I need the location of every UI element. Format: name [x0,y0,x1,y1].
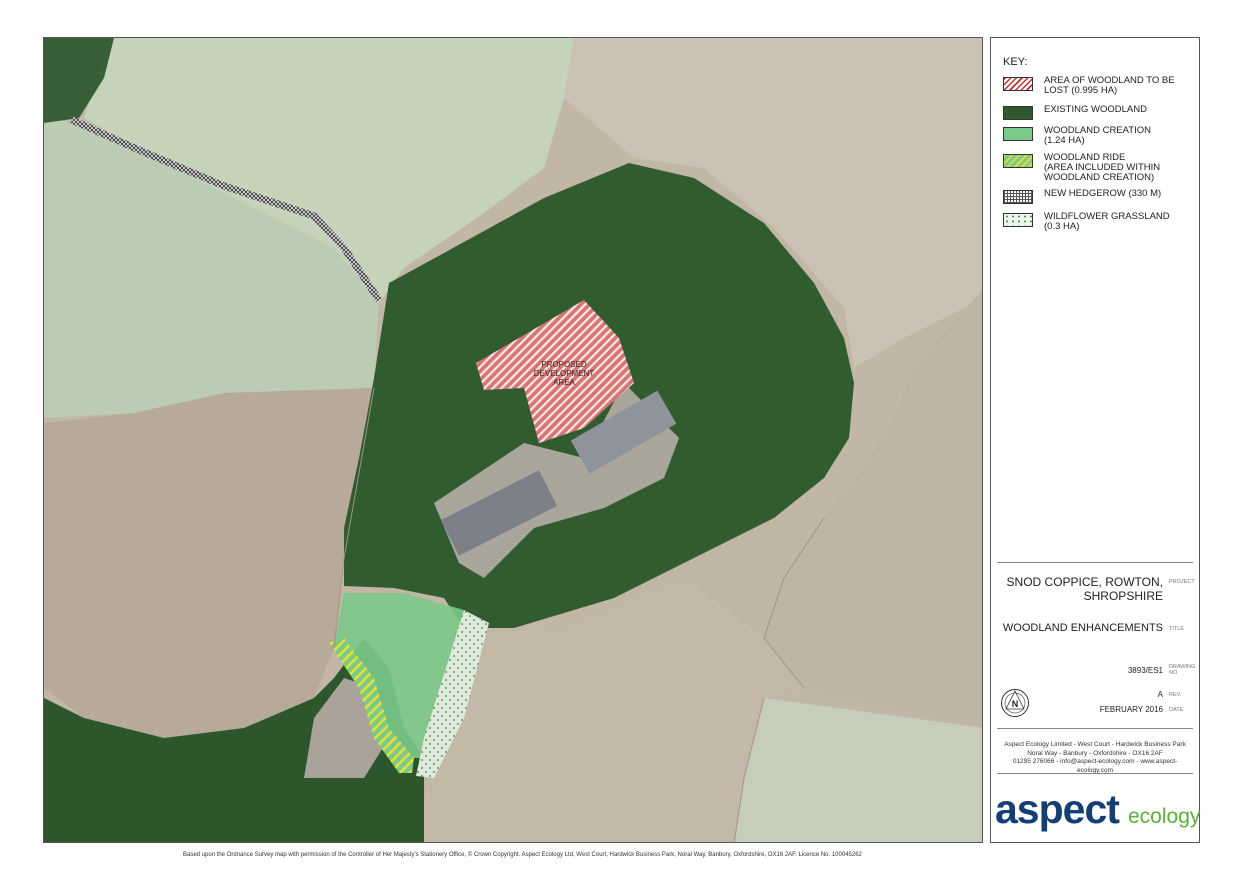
swatch-yellow-hatch [1003,154,1033,168]
key-item-woodland-lost: AREA OF WOODLAND TO BE LOST (0.995 HA) [1003,76,1189,96]
swatch-dots [1003,213,1033,227]
divider [997,562,1193,563]
key-item-new-hedgerow: NEW HEDGEROW (330 M) [1003,189,1189,204]
date-label: DATE [1169,707,1184,713]
key-label: NEW HEDGEROW (330 M) [1044,188,1162,199]
revision: A [1157,690,1163,699]
divider [997,728,1193,729]
copyright-footer: Based upon the Ordnance Survey map with … [183,852,862,858]
key-item-existing-woodland: EXISTING WOODLAND [1003,105,1189,120]
drawing-number-label: DRAWING NO. [1169,664,1196,676]
company-address: Aspect Ecology Limited - West Court - Ha… [1004,741,1186,774]
swatch-solid-light-green [1003,127,1033,141]
north-arrow-icon: N [1000,688,1030,718]
swatch-red-hatch [1003,77,1033,91]
swatch-grid [1003,190,1033,204]
drawing-date: FEBRUARY 2016 [1099,705,1163,714]
key-item-wildflower-grassland: WILDFLOWER GRASSLAND (0.3 HA) [1003,212,1189,232]
legend-panel: KEY: AREA OF WOODLAND TO BE LOST (0.995 … [990,37,1200,843]
project-name: SNOD COPPICE, ROWTON, SHROPSHIRE [1006,575,1163,603]
north-letter: N [1012,699,1019,709]
key-title: KEY: [1003,56,1028,68]
key-label: WOODLAND RIDE (AREA INCLUDED WITHIN WOOD… [1044,152,1161,183]
development-area-label: PROPOSED DEVELOPMENT AREA [533,360,595,387]
key-label: WOODLAND CREATION (1.24 HA) [1044,125,1151,146]
drawing-number: 3893/ES1 [1127,666,1163,675]
key-item-woodland-ride: WOODLAND RIDE (AREA INCLUDED WITHIN WOOD… [1003,153,1189,183]
divider [997,773,1193,774]
title-label: TITLE [1169,626,1184,632]
map-drawing [44,38,982,842]
swatch-solid-dark-green [1003,106,1033,120]
logo-text-sub: ecology [1128,805,1201,828]
revision-label: REV. [1169,692,1182,698]
key-item-woodland-creation: WOODLAND CREATION (1.24 HA) [1003,126,1189,146]
drawing-title: WOODLAND ENHANCEMENTS [1002,622,1163,634]
logo-text-main: aspect [995,786,1120,832]
key-label: AREA OF WOODLAND TO BE LOST (0.995 HA) [1044,75,1175,96]
key-label: EXISTING WOODLAND [1044,104,1147,115]
key-label: WILDFLOWER GRASSLAND (0.3 HA) [1044,211,1170,232]
aspect-ecology-logo: aspect ecology [995,786,1200,836]
project-label: PROJECT [1169,579,1195,585]
aerial-map[interactable]: PROPOSED DEVELOPMENT AREA [43,37,983,843]
